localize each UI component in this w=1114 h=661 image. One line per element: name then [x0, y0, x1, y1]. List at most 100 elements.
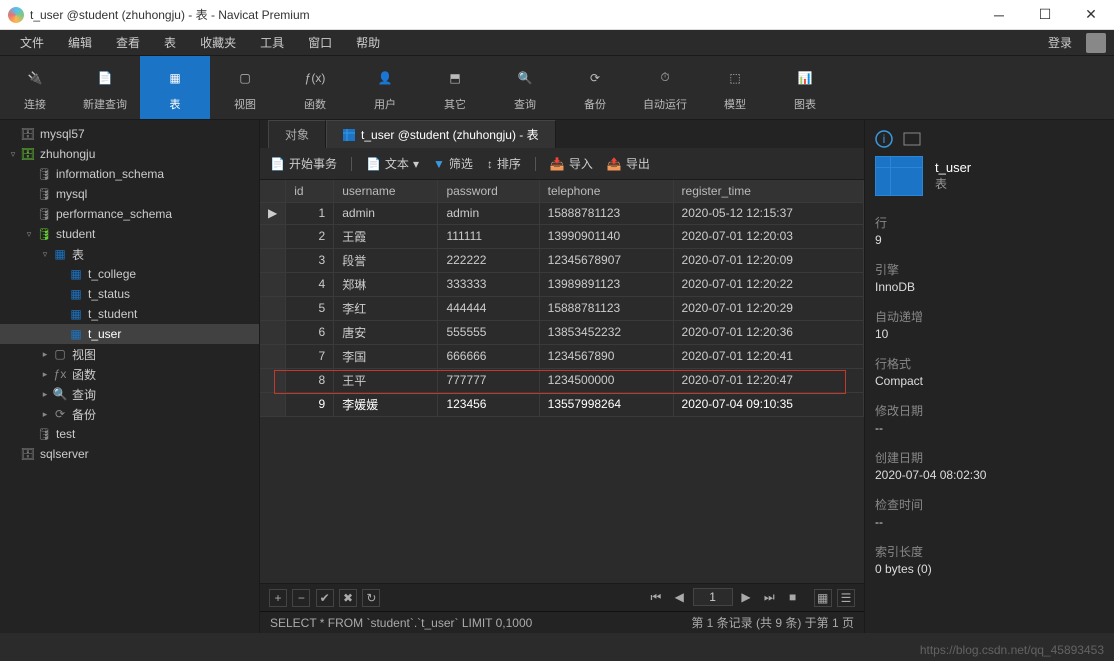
tree-视图[interactable]: ▸▢视图 [0, 344, 259, 364]
cell-password[interactable]: 123456 [438, 392, 539, 416]
info-icon[interactable]: i [875, 130, 893, 148]
cell-username[interactable]: 王平 [334, 368, 438, 392]
text-button[interactable]: 📄 文本 ▾ [366, 155, 419, 172]
cell-telephone[interactable]: 13853452232 [539, 320, 673, 344]
twisty-icon[interactable]: ▸ [38, 349, 52, 360]
cell-telephone[interactable]: 13989891123 [539, 272, 673, 296]
connection-tree[interactable]: 🗄mysql57▿🗄zhuhongju🛢information_schema🛢m… [0, 120, 260, 633]
tree-t_student[interactable]: ▦t_student [0, 304, 259, 324]
cell-register_time[interactable]: 2020-07-04 09:10:35 [673, 392, 863, 416]
refresh-button[interactable]: ↻ [362, 589, 380, 607]
tree-information_schema[interactable]: 🛢information_schema [0, 164, 259, 184]
tool-model[interactable]: ⬚模型 [700, 56, 770, 119]
tree-函数[interactable]: ▸ƒx函数 [0, 364, 259, 384]
cell-register_time[interactable]: 2020-07-01 12:20:09 [673, 248, 863, 272]
import-button[interactable]: 📥 导入 [550, 155, 593, 172]
table-row[interactable]: 9李媛媛123456135579982642020-07-04 09:10:35 [260, 392, 864, 416]
cell-telephone[interactable]: 12345678907 [539, 248, 673, 272]
cell-password[interactable]: 222222 [438, 248, 539, 272]
commit-button[interactable]: ✔ [316, 589, 334, 607]
cell-password[interactable]: 777777 [438, 368, 539, 392]
tree-sqlserver[interactable]: 🗄sqlserver [0, 444, 259, 464]
begin-transaction-button[interactable]: 📄 开始事务 [270, 155, 337, 172]
cell-username[interactable]: admin [334, 202, 438, 224]
next-page-button[interactable]: ▶ [736, 588, 756, 606]
cell-id[interactable]: 1 [286, 202, 334, 224]
stop-button[interactable]: ■ [783, 588, 803, 606]
tree-test[interactable]: 🛢test [0, 424, 259, 444]
table-row[interactable]: 5李红444444158887811232020-07-01 12:20:29 [260, 296, 864, 320]
tab-objects[interactable]: 对象 [268, 120, 326, 148]
table-row[interactable]: 4郑琳333333139898911232020-07-01 12:20:22 [260, 272, 864, 296]
table-row[interactable]: ▶1adminadmin158887811232020-05-12 12:15:… [260, 202, 864, 224]
cell-register_time[interactable]: 2020-07-01 12:20:22 [673, 272, 863, 296]
menu-table[interactable]: 表 [152, 30, 188, 56]
login-link[interactable]: 登录 [1040, 34, 1080, 51]
cell-password[interactable]: 555555 [438, 320, 539, 344]
menu-window[interactable]: 窗口 [296, 30, 344, 56]
tool-connect[interactable]: 🔌连接 [0, 56, 70, 119]
menu-file[interactable]: 文件 [8, 30, 56, 56]
tree-mysql57[interactable]: 🗄mysql57 [0, 124, 259, 144]
cell-telephone[interactable]: 15888781123 [539, 296, 673, 320]
minimize-button[interactable]: ─ [976, 0, 1022, 29]
tree-备份[interactable]: ▸⟳备份 [0, 404, 259, 424]
cell-password[interactable]: 333333 [438, 272, 539, 296]
table-row[interactable]: 7李国66666612345678902020-07-01 12:20:41 [260, 344, 864, 368]
tool-other[interactable]: ⬒其它 [420, 56, 490, 119]
cell-username[interactable]: 王霞 [334, 224, 438, 248]
cell-id[interactable]: 5 [286, 296, 334, 320]
table-row[interactable]: 6唐安555555138534522322020-07-01 12:20:36 [260, 320, 864, 344]
sql-icon[interactable] [903, 130, 921, 148]
cell-telephone[interactable]: 13557998264 [539, 392, 673, 416]
cell-id[interactable]: 2 [286, 224, 334, 248]
cell-telephone[interactable]: 1234567890 [539, 344, 673, 368]
cell-password[interactable]: 444444 [438, 296, 539, 320]
menu-fav[interactable]: 收藏夹 [188, 30, 248, 56]
table-row[interactable]: 2王霞111111139909011402020-07-01 12:20:03 [260, 224, 864, 248]
twisty-icon[interactable]: ▸ [38, 389, 52, 400]
cell-id[interactable]: 6 [286, 320, 334, 344]
cell-password[interactable]: admin [438, 202, 539, 224]
cell-register_time[interactable]: 2020-07-01 12:20:03 [673, 224, 863, 248]
cell-id[interactable]: 9 [286, 392, 334, 416]
first-page-button[interactable]: ⏮ [646, 589, 666, 607]
cell-id[interactable]: 7 [286, 344, 334, 368]
cancel-button[interactable]: ✖ [339, 589, 357, 607]
maximize-button[interactable]: ☐ [1022, 0, 1068, 29]
menu-edit[interactable]: 编辑 [56, 30, 104, 56]
twisty-icon[interactable]: ▸ [38, 369, 52, 380]
table-row[interactable]: 3段誉222222123456789072020-07-01 12:20:09 [260, 248, 864, 272]
col-register_time[interactable]: register_time [673, 180, 863, 202]
tree-zhuhongju[interactable]: ▿🗄zhuhongju [0, 144, 259, 164]
col-password[interactable]: password [438, 180, 539, 202]
tool-newquery[interactable]: 📄新建查询 [70, 56, 140, 119]
sort-button[interactable]: ↕ 排序 [487, 155, 521, 172]
tool-view[interactable]: ▢视图 [210, 56, 280, 119]
menu-help[interactable]: 帮助 [344, 30, 392, 56]
cell-id[interactable]: 3 [286, 248, 334, 272]
twisty-icon[interactable]: ▿ [38, 249, 52, 260]
add-row-button[interactable]: + [269, 589, 287, 607]
cell-password[interactable]: 666666 [438, 344, 539, 368]
tab-current[interactable]: t_user @student (zhuhongju) - 表 [326, 120, 556, 148]
cell-username[interactable]: 郑琳 [334, 272, 438, 296]
export-button[interactable]: 📤 导出 [607, 155, 650, 172]
cell-username[interactable]: 李红 [334, 296, 438, 320]
tree-表[interactable]: ▿▦表 [0, 244, 259, 264]
twisty-icon[interactable]: ▿ [6, 149, 20, 160]
cell-id[interactable]: 4 [286, 272, 334, 296]
cell-username[interactable]: 李媛媛 [334, 392, 438, 416]
cell-register_time[interactable]: 2020-07-01 12:20:41 [673, 344, 863, 368]
filter-button[interactable]: ▼ 筛选 [433, 155, 473, 172]
form-view-button[interactable]: ☰ [837, 589, 855, 607]
data-grid[interactable]: idusernamepasswordtelephoneregister_time… [260, 180, 864, 583]
cell-register_time[interactable]: 2020-05-12 12:15:37 [673, 202, 863, 224]
cell-username[interactable]: 李国 [334, 344, 438, 368]
tool-table[interactable]: ▦表 [140, 56, 210, 119]
cell-username[interactable]: 段誉 [334, 248, 438, 272]
tool-query[interactable]: 🔍查询 [490, 56, 560, 119]
tool-autorun[interactable]: ⏱自动运行 [630, 56, 700, 119]
close-button[interactable]: ✕ [1068, 0, 1114, 29]
cell-password[interactable]: 111111 [438, 224, 539, 248]
